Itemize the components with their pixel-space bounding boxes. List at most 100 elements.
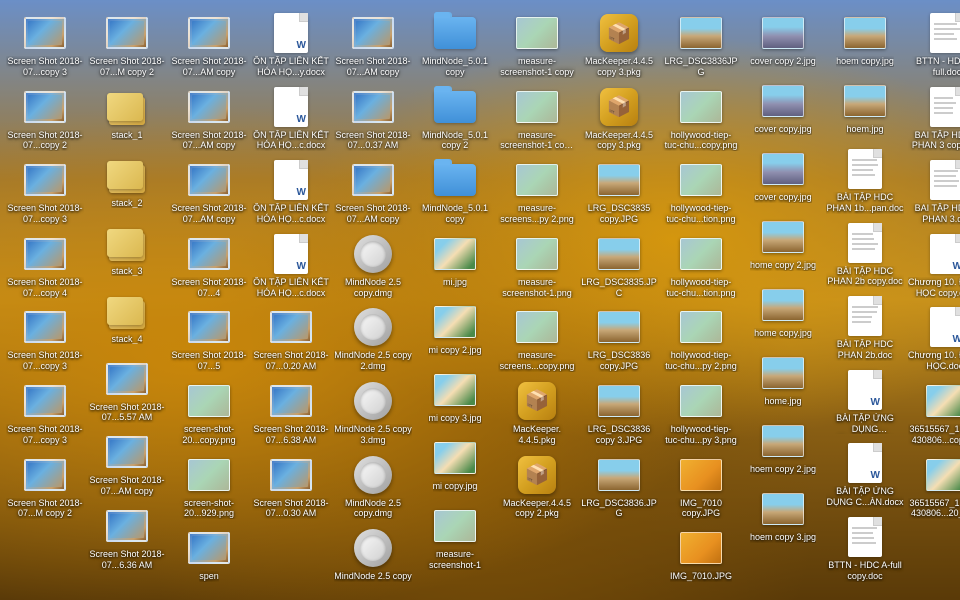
file-item-f49[interactable]: measure-screens...py 2.png (496, 155, 578, 229)
file-item-f61[interactable]: LRG_DSC3836JP G (660, 8, 742, 82)
file-item-f76[interactable]: hoem copy 3.jpg (742, 484, 824, 552)
file-item-f17[interactable]: Screen Shot 2018-07...AM copy (168, 82, 250, 156)
file-item-f16[interactable]: Screen Shot 2018-07...AM copy (168, 8, 250, 82)
file-item-f64[interactable]: hollywood-tiep- tuc-chu...tion.png (660, 229, 742, 303)
file-item-f35[interactable]: MindNode 2.5 copy 2.dmg (332, 302, 414, 376)
file-label: measure-screenshot-1 copy 2.png (498, 130, 576, 152)
file-item-f54[interactable]: 📦MacKeeper.4.4.5 copy 3.pkg (578, 8, 660, 82)
file-icon-screenshot (352, 12, 394, 54)
file-item-f6[interactable]: Screen Shot 2018-07...copy 3 (4, 376, 86, 450)
file-item-f42[interactable]: mi.jpg (414, 229, 496, 297)
file-item-f18[interactable]: Screen Shot 2018-07...AM copy (168, 155, 250, 229)
file-item-f26[interactable]: ÔN TẬP LIÊN KẾT HÓA HỌ...c.docx (250, 155, 332, 229)
file-item-f52[interactable]: 📦MacKeeper. 4.4.5.pkg (496, 376, 578, 450)
file-item-f71[interactable]: cover copy.jpg (742, 144, 824, 212)
file-item-f51[interactable]: measure-screens...copy.png (496, 302, 578, 376)
file-item-f39[interactable]: MindNode_5.0.1 copy (414, 8, 496, 82)
file-item-f48[interactable]: measure-screenshot-1 copy 2.png (496, 82, 578, 156)
file-item-f41[interactable]: MindNode_5.0.1 copy (414, 155, 496, 229)
file-item-f72[interactable]: home copy 2.jpg (742, 212, 824, 280)
file-item-f75[interactable]: hoem copy 2.jpg (742, 416, 824, 484)
file-item-f80[interactable]: BÀI TẬP HDC PHAN 2b copy.doc (824, 218, 906, 292)
file-item-f15[interactable]: Screen Shot 2018-07...6.36 AM (86, 501, 168, 575)
file-item-f7[interactable]: Screen Shot 2018-07...M copy 2 (4, 450, 86, 524)
file-item-f46[interactable]: measure-screenshot-1 (414, 501, 496, 575)
file-item-f59[interactable]: LRG_DSC3836 copy 3.JPG (578, 376, 660, 450)
file-item-f11[interactable]: stack_3 (86, 218, 168, 286)
file-item-f68[interactable]: IMG_7010.JPG (660, 523, 742, 591)
file-item-f28[interactable]: Screen Shot 2018-07...0.20 AM (250, 302, 332, 376)
file-item-f37[interactable]: MindNode 2.5 copy.dmg (332, 450, 414, 524)
file-item-f21[interactable]: screen-shot-20...copy.png (168, 376, 250, 450)
file-label: measure-screens...copy.png (498, 350, 576, 372)
file-item-f25[interactable]: ÔN TẬP LIÊN KẾT HÓA HỌ...c.docx (250, 82, 332, 156)
file-item-f12[interactable]: stack_4 (86, 286, 168, 354)
file-item-f77[interactable]: hoem copy.jpg (824, 8, 906, 76)
file-item-f30[interactable]: Screen Shot 2018-07...0.30 AM (250, 450, 332, 524)
file-item-f2[interactable]: Screen Shot 2018-07...copy 2 (4, 82, 86, 156)
file-item-f56[interactable]: LRG_DSC3835 copy.JPG (578, 155, 660, 229)
file-item-f73[interactable]: home copy.jpg (742, 280, 824, 348)
file-item-f69[interactable]: cover copy 2.jpg (742, 8, 824, 76)
file-item-f27[interactable]: ÔN TẬP LIÊN KẾT HÓA HỌ...c.docx (250, 229, 332, 303)
file-label: Screen Shot 2018-07...copy 3 (6, 203, 84, 225)
file-item-f81[interactable]: BÀI TẬP HDC PHAN 2b.doc (824, 291, 906, 365)
file-icon-doc_word (844, 442, 886, 484)
file-item-f55[interactable]: 📦MacKeeper.4.4.5 copy 3.pkg (578, 82, 660, 156)
file-item-f19[interactable]: Screen Shot 2018-07...4 (168, 229, 250, 303)
file-icon-img_person (434, 369, 476, 411)
file-item-f66[interactable]: hollywood-tiep- tuc-chu...py 3.png (660, 376, 742, 450)
file-item-f10[interactable]: stack_2 (86, 150, 168, 218)
file-item-f50[interactable]: measure-screenshot-1.png (496, 229, 578, 303)
file-item-f40[interactable]: MindNode_5.0.1 copy 2 (414, 82, 496, 156)
file-item-f29[interactable]: Screen Shot 2018-07...6.38 AM (250, 376, 332, 450)
file-item-f90[interactable]: 36515567_178684 430806...copy.jpg (906, 376, 960, 450)
file-item-f78[interactable]: hoem.jpg (824, 76, 906, 144)
file-item-f74[interactable]: home.jpg (742, 348, 824, 416)
file-item-f4[interactable]: Screen Shot 2018-07...copy 4 (4, 229, 86, 303)
file-item-f31[interactable]: Screen Shot 2018-07...AM copy (332, 8, 414, 82)
file-label: hollywood-tiep- tuc-chu...tion.png (662, 203, 740, 225)
file-item-f89[interactable]: Chương 10. ĐỘNG HỌC.docx (906, 302, 960, 376)
file-item-f57[interactable]: LRG_DSC3835.JP C (578, 229, 660, 303)
file-item-f91[interactable]: 36515567_178684 430806...20_n.jpg (906, 450, 960, 524)
file-item-f60[interactable]: LRG_DSC3836.JP G (578, 450, 660, 524)
file-item-f63[interactable]: hollywood-tiep- tuc-chu...tion.png (660, 155, 742, 229)
file-item-f3[interactable]: Screen Shot 2018-07...copy 3 (4, 155, 86, 229)
file-item-f79[interactable]: BÀI TẬP HDC PHAN 1b...pan.doc (824, 144, 906, 218)
file-item-f33[interactable]: Screen Shot 2018-07...AM copy (332, 155, 414, 229)
file-label: MindNode 2.5 copy.dmg (334, 277, 412, 299)
file-item-f36[interactable]: MindNode 2.5 copy 3.dmg (332, 376, 414, 450)
file-item-f86[interactable]: BAI TẬP HDC B PHAN 3 copy.doc (906, 82, 960, 156)
file-item-f32[interactable]: Screen Shot 2018-07...0.37 AM (332, 82, 414, 156)
file-item-f34[interactable]: MindNode 2.5 copy.dmg (332, 229, 414, 303)
file-item-f87[interactable]: BAI TẬP HDC B PHAN 3.doc (906, 155, 960, 229)
file-item-f62[interactable]: hollywood-tiep- tuc-chu...copy.png (660, 82, 742, 156)
file-item-f45[interactable]: mi copy.jpg (414, 433, 496, 501)
file-item-f82[interactable]: BÀI TẬP ỨNG DỤNG C...copy.docx (824, 365, 906, 439)
file-item-f83[interactable]: BÀI TẬP ỨNG DỤNG C...ÀN.docx (824, 438, 906, 512)
file-item-f8[interactable]: Screen Shot 2018-07...M copy 2 (86, 8, 168, 82)
file-item-f67[interactable]: IMG_7010 copy.JPG (660, 450, 742, 524)
file-item-f23[interactable]: spen (168, 523, 250, 591)
file-item-f84[interactable]: BTTN - HDC A-full copy.doc (824, 512, 906, 586)
file-item-f20[interactable]: Screen Shot 2018-07...5 (168, 302, 250, 376)
file-item-f9[interactable]: stack_1 (86, 82, 168, 150)
file-item-f13[interactable]: Screen Shot 2018-07...5.57 AM (86, 354, 168, 428)
file-item-f1[interactable]: Screen Shot 2018-07...copy 3 (4, 8, 86, 82)
file-item-f88[interactable]: Chương 10. ĐỘNG HỌC copy.docx (906, 229, 960, 303)
file-item-f47[interactable]: measure-screenshot-1 copy (496, 8, 578, 82)
file-item-f85[interactable]: BTTN - HDC A- full.doc (906, 8, 960, 82)
file-item-f22[interactable]: screen-shot-20...929.png (168, 450, 250, 524)
file-item-f58[interactable]: LRG_DSC3836 copy.JPG (578, 302, 660, 376)
file-icon-pkg: 📦 (598, 86, 640, 128)
file-item-f14[interactable]: Screen Shot 2018-07...AM copy (86, 427, 168, 501)
file-item-f70[interactable]: cover copy.jpg (742, 76, 824, 144)
file-item-f44[interactable]: mi copy 3.jpg (414, 365, 496, 433)
file-item-f53[interactable]: 📦MacKeeper.4.4.5 copy 2.pkg (496, 450, 578, 524)
file-item-f38[interactable]: MindNode 2.5 copy (332, 523, 414, 591)
file-item-f43[interactable]: mi copy 2.jpg (414, 297, 496, 365)
file-item-f5[interactable]: Screen Shot 2018-07...copy 3 (4, 302, 86, 376)
file-item-f65[interactable]: hollywood-tiep- tuc-chu...py 2.png (660, 302, 742, 376)
file-item-f24[interactable]: ÔN TẬP LIÊN KẾT HÓA HỌ...y.docx (250, 8, 332, 82)
